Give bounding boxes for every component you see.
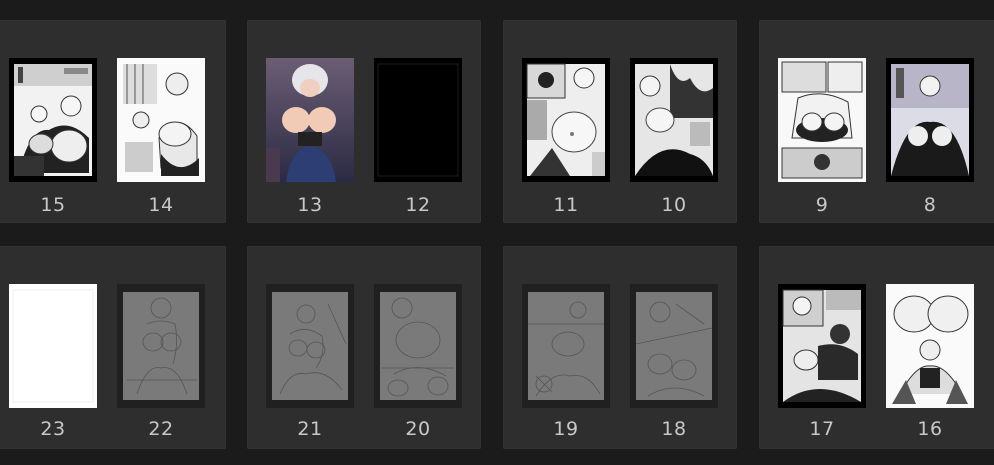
page-18-art (635, 292, 713, 400)
page-thumbnail-15[interactable] (9, 58, 97, 182)
page-number-12: 12 (405, 194, 431, 216)
thumbnail-grid: 15 14 13 12 11 10 9 8 23 22 21 20 19 18 … (0, 0, 994, 465)
page-number-18: 18 (661, 418, 687, 440)
page-12-art (374, 58, 462, 182)
page-thumbnail-18[interactable] (630, 284, 718, 408)
page-thumbnail-16[interactable] (886, 284, 974, 408)
spread-19-18[interactable]: 19 18 (503, 246, 737, 449)
page-number-20: 20 (405, 418, 431, 440)
page-thumbnail-11[interactable] (522, 58, 610, 182)
page-number-21: 21 (297, 418, 323, 440)
page-15-art (14, 64, 92, 176)
page-thumbnail-22[interactable] (117, 284, 205, 408)
spread-13-12[interactable]: 13 12 (247, 20, 481, 223)
page-17-art (782, 289, 861, 402)
spread-21-20[interactable]: 21 20 (247, 246, 481, 449)
page-thumbnail-14[interactable] (117, 58, 205, 182)
page-thumbnail-9[interactable] (778, 58, 866, 182)
page-number-23: 23 (40, 418, 66, 440)
page-number-19: 19 (553, 418, 579, 440)
page-thumbnail-10[interactable] (630, 58, 718, 182)
page-thumbnail-8[interactable] (886, 58, 974, 182)
page-number-11: 11 (553, 194, 579, 216)
page-14-art (117, 58, 205, 182)
page-thumbnail-19[interactable] (522, 284, 610, 408)
page-23-art (9, 284, 97, 408)
page-thumbnail-13[interactable] (266, 58, 354, 182)
page-19-art (528, 292, 604, 400)
spread-23-22[interactable]: 23 22 (0, 246, 226, 449)
page-number-14: 14 (148, 194, 174, 216)
page-number-16: 16 (917, 418, 943, 440)
page-number-22: 22 (148, 418, 174, 440)
page-thumbnail-21[interactable] (266, 284, 354, 408)
page-10-art (635, 64, 713, 176)
page-number-15: 15 (40, 194, 66, 216)
spread-9-8[interactable]: 9 8 (759, 20, 994, 223)
spread-11-10[interactable]: 11 10 (503, 20, 737, 223)
page-21-art (272, 292, 348, 400)
page-20-art (380, 292, 456, 400)
spread-15-14[interactable]: 15 14 (0, 20, 226, 223)
page-number-9: 9 (815, 194, 829, 216)
page-number-10: 10 (661, 194, 687, 216)
page-number-8: 8 (923, 194, 937, 216)
page-9-art (778, 58, 866, 182)
page-16-art (886, 284, 974, 408)
page-22-art (123, 292, 199, 400)
page-11-art (526, 63, 605, 176)
page-thumbnail-17[interactable] (778, 284, 866, 408)
page-number-17: 17 (809, 418, 835, 440)
page-thumbnail-23[interactable] (9, 284, 97, 408)
spread-17-16[interactable]: 17 16 (759, 246, 994, 449)
page-thumbnail-20[interactable] (374, 284, 462, 408)
page-thumbnail-12[interactable] (374, 58, 462, 182)
page-8-art (891, 64, 969, 176)
page-13-art (266, 58, 354, 182)
page-number-13: 13 (297, 194, 323, 216)
